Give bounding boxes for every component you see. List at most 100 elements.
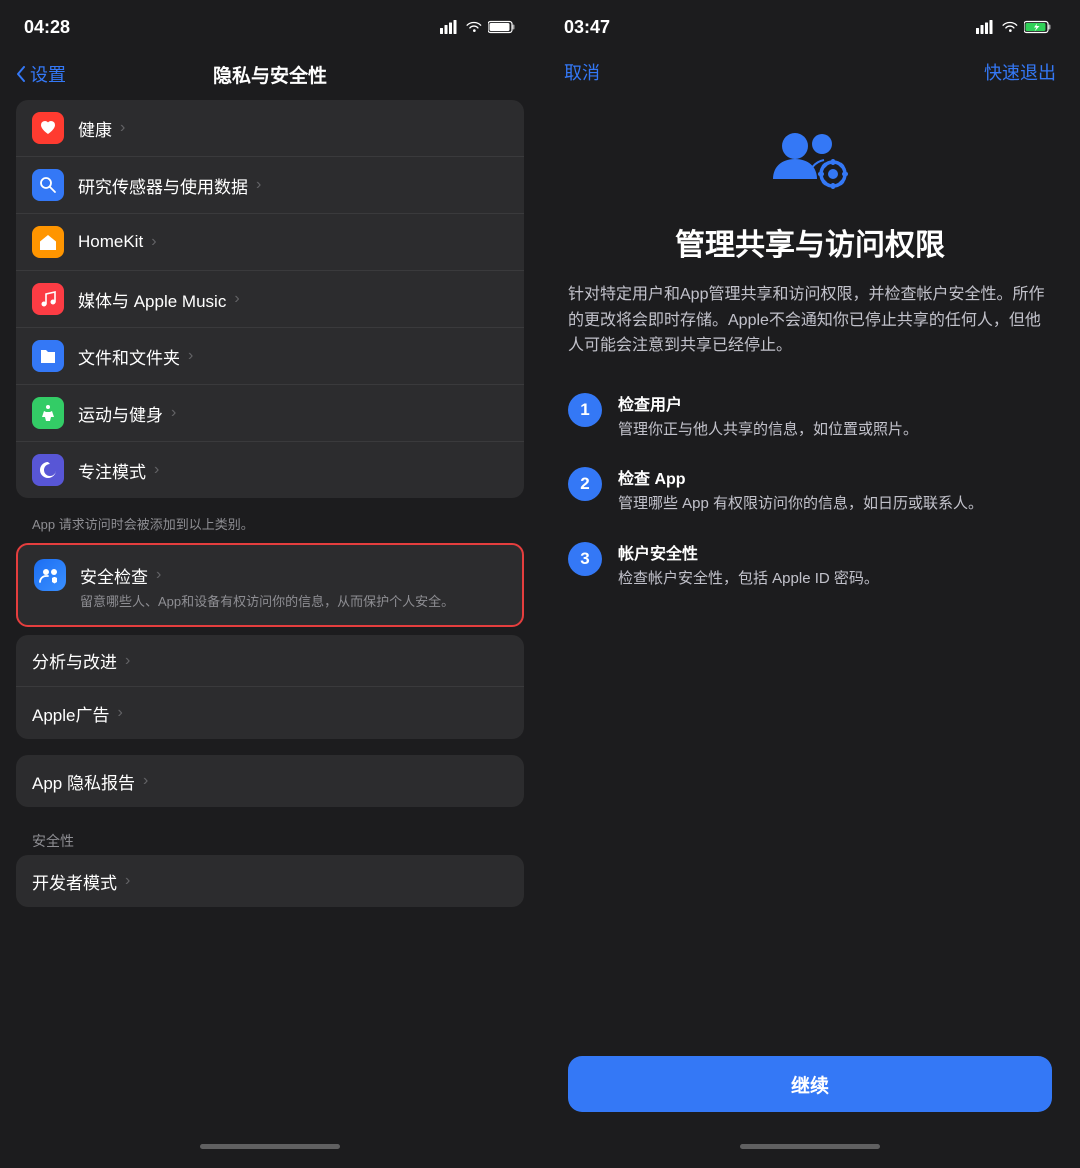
step-item-3: 3 帐户安全性 检查帐户安全性，包括 Apple ID 密码。 bbox=[568, 540, 1052, 591]
dev-mode-chevron: › bbox=[125, 872, 130, 890]
fitness-icon bbox=[32, 397, 64, 429]
step-item-2: 2 检查 App 管理哪些 App 有权限访问你的信息，如日历或联系人。 bbox=[568, 465, 1052, 516]
home-indicator-left bbox=[0, 1132, 540, 1168]
back-button[interactable]: 设置 bbox=[16, 61, 66, 87]
list-item-health[interactable]: 健康 › bbox=[16, 100, 524, 157]
time-right: 03:47 bbox=[564, 17, 610, 38]
analytics-label: 分析与改进 bbox=[32, 648, 117, 673]
health-chevron: › bbox=[120, 119, 125, 137]
apple-ads-chevron: › bbox=[117, 704, 122, 722]
back-chevron-icon bbox=[16, 66, 26, 82]
quick-exit-button[interactable]: 快速退出 bbox=[984, 59, 1056, 85]
safety-check-group: 安全检查 › 留意哪些人、App和设备有权访问你的信息，从而保护个人安全。 bbox=[16, 543, 524, 627]
homekit-icon bbox=[32, 226, 64, 258]
list-item-dev-mode[interactable]: 开发者模式 › bbox=[16, 855, 524, 907]
step-title-1: 检查用户 bbox=[618, 391, 918, 415]
list-item-analytics[interactable]: 分析与改进 › bbox=[16, 635, 524, 687]
home-bar-right bbox=[740, 1144, 880, 1149]
status-icons-right bbox=[976, 20, 1056, 34]
list-item-music[interactable]: 媒体与 Apple Music › bbox=[16, 271, 524, 328]
step-badge-3: 3 bbox=[568, 542, 602, 576]
list-item-apple-ads[interactable]: Apple广告 › bbox=[16, 687, 524, 739]
signal-icon-right bbox=[976, 20, 994, 34]
step-item-1: 1 检查用户 管理你正与他人共享的信息，如位置或照片。 bbox=[568, 391, 1052, 442]
music-label: 媒体与 Apple Music bbox=[78, 287, 226, 312]
homekit-chevron: › bbox=[151, 233, 156, 251]
list-item-fitness[interactable]: 运动与健身 › bbox=[16, 385, 524, 442]
safety-check-chevron: › bbox=[156, 566, 161, 584]
battery-icon bbox=[488, 20, 516, 34]
safety-check-label: 安全检查 bbox=[80, 563, 148, 588]
research-label: 研究传感器与使用数据 bbox=[78, 173, 248, 198]
steps-list: 1 检查用户 管理你正与他人共享的信息，如位置或照片。 2 检查 App 管理哪… bbox=[568, 391, 1052, 591]
time-left: 04:28 bbox=[24, 17, 70, 38]
right-content: 管理共享与访问权限 针对特定用户和App管理共享和访问权限，并检查帐户安全性。所… bbox=[540, 96, 1080, 1132]
wifi-icon-right bbox=[1000, 20, 1018, 34]
wifi-icon bbox=[464, 20, 482, 34]
files-label: 文件和文件夹 bbox=[78, 344, 180, 369]
analytics-group: 分析与改进 › Apple广告 › bbox=[16, 635, 524, 739]
music-chevron: › bbox=[234, 290, 239, 308]
security-section-header: 安全性 bbox=[16, 815, 524, 855]
left-panel: 04:28 bbox=[0, 0, 540, 1168]
step-desc-2: 管理哪些 App 有权限访问你的信息，如日历或联系人。 bbox=[618, 493, 983, 516]
status-bar-right: 03:47 bbox=[540, 0, 1080, 48]
app-privacy-chevron: › bbox=[143, 772, 148, 790]
continue-button[interactable]: 继续 bbox=[568, 1056, 1052, 1112]
hero-description: 针对特定用户和App管理共享和访问权限，并检查帐户安全性。所作的更改将会即时存储… bbox=[568, 282, 1052, 359]
step-content-3: 帐户安全性 检查帐户安全性，包括 Apple ID 密码。 bbox=[618, 540, 879, 591]
focus-icon bbox=[32, 454, 64, 486]
status-icons-left bbox=[440, 20, 516, 34]
signal-icon bbox=[440, 20, 458, 34]
step-title-2: 检查 App bbox=[618, 465, 983, 489]
health-label: 健康 bbox=[78, 116, 112, 141]
step-badge-2: 2 bbox=[568, 467, 602, 501]
home-bar bbox=[200, 1144, 340, 1149]
list-item-app-privacy[interactable]: App 隐私报告 › bbox=[16, 755, 524, 807]
analytics-chevron: › bbox=[125, 652, 130, 670]
apple-ads-label: Apple广告 bbox=[32, 701, 109, 726]
list-item-homekit[interactable]: HomeKit › bbox=[16, 214, 524, 271]
right-nav: 取消 快速退出 bbox=[540, 48, 1080, 96]
files-icon bbox=[32, 340, 64, 372]
safety-check-icon bbox=[34, 559, 66, 591]
step-badge-1: 1 bbox=[568, 393, 602, 427]
step-content-2: 检查 App 管理哪些 App 有权限访问你的信息，如日历或联系人。 bbox=[618, 465, 983, 516]
battery-charging-icon bbox=[1024, 20, 1056, 34]
list-item-focus[interactable]: 专注模式 › bbox=[16, 442, 524, 498]
list-item-research[interactable]: 研究传感器与使用数据 › bbox=[16, 157, 524, 214]
research-icon bbox=[32, 169, 64, 201]
step-content-1: 检查用户 管理你正与他人共享的信息，如位置或照片。 bbox=[618, 391, 918, 442]
homekit-label: HomeKit bbox=[78, 232, 143, 252]
fitness-label: 运动与健身 bbox=[78, 401, 163, 426]
research-chevron: › bbox=[256, 176, 261, 194]
health-icon bbox=[32, 112, 64, 144]
hero-title: 管理共享与访问权限 bbox=[675, 228, 945, 264]
permissions-list-group: 健康 › 研究传感器与使用数据 › bbox=[16, 100, 524, 498]
cancel-button[interactable]: 取消 bbox=[564, 59, 600, 85]
back-label: 设置 bbox=[30, 61, 66, 87]
files-chevron: › bbox=[188, 347, 193, 365]
nav-bar-left: 设置 隐私与安全性 bbox=[0, 48, 540, 100]
page-title: 隐私与安全性 bbox=[213, 61, 327, 88]
right-panel: 03:47 取消 快速退出 bbox=[540, 0, 1080, 1168]
dev-mode-group: 开发者模式 › bbox=[16, 855, 524, 907]
app-privacy-label: App 隐私报告 bbox=[32, 769, 135, 794]
step-title-3: 帐户安全性 bbox=[618, 540, 879, 564]
home-indicator-right bbox=[540, 1132, 1080, 1168]
list-item-files[interactable]: 文件和文件夹 › bbox=[16, 328, 524, 385]
hero-icon bbox=[765, 124, 855, 204]
section-note: App 请求访问时会被添加到以上类别。 bbox=[16, 506, 524, 543]
list-item-safety-check[interactable]: 安全检查 › 留意哪些人、App和设备有权访问你的信息，从而保护个人安全。 bbox=[18, 545, 522, 625]
dev-mode-label: 开发者模式 bbox=[32, 869, 117, 894]
status-bar-left: 04:28 bbox=[0, 0, 540, 48]
privacy-report-group: App 隐私报告 › bbox=[16, 755, 524, 807]
safety-check-sublabel: 留意哪些人、App和设备有权访问你的信息，从而保护个人安全。 bbox=[80, 593, 454, 611]
security-label: 安全性 bbox=[32, 833, 74, 849]
focus-chevron: › bbox=[154, 461, 159, 479]
focus-label: 专注模式 bbox=[78, 458, 146, 483]
fitness-chevron: › bbox=[171, 404, 176, 422]
list-container: 健康 › 研究传感器与使用数据 › bbox=[0, 100, 540, 1132]
music-icon bbox=[32, 283, 64, 315]
step-desc-1: 管理你正与他人共享的信息，如位置或照片。 bbox=[618, 419, 918, 442]
